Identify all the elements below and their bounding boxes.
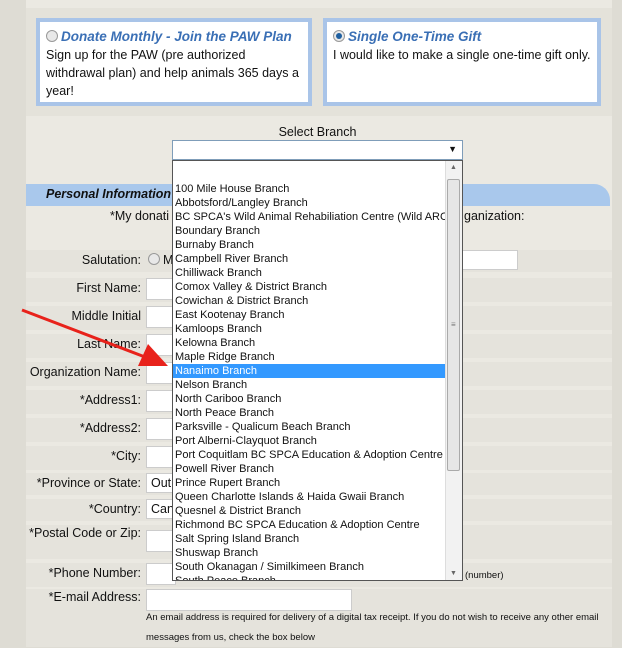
red-arrow-annotation bbox=[21, 308, 168, 366]
